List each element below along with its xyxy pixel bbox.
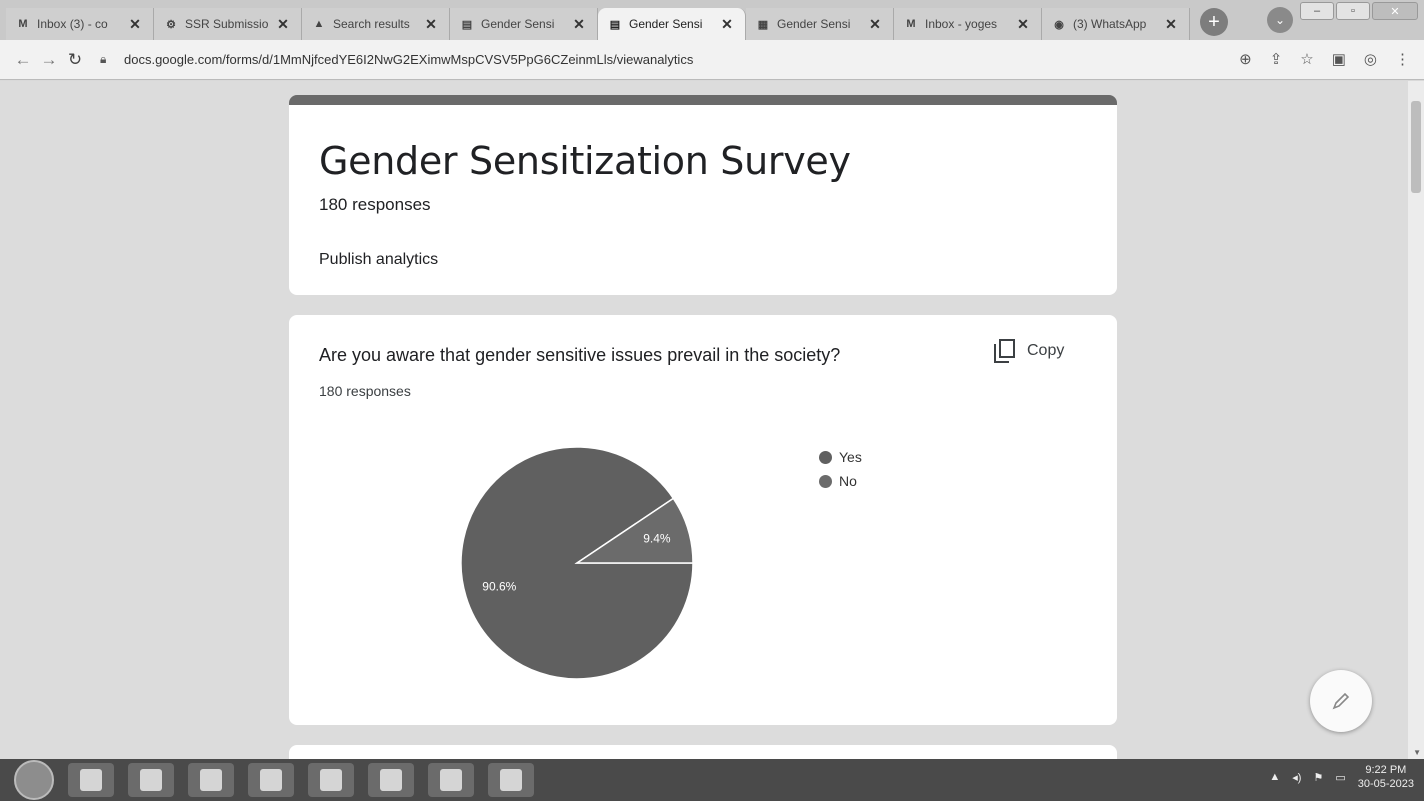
browser-tab[interactable]: ▤ Gender Sensi ✕ xyxy=(598,8,746,40)
copy-chart-button[interactable]: Copy xyxy=(993,339,1064,363)
browser-tab[interactable]: ▲ Search results ✕ xyxy=(302,8,450,40)
browser-tab[interactable]: ▤ Gender Sensi ✕ xyxy=(450,8,598,40)
tab-search-button[interactable]: ⌄ xyxy=(1267,7,1293,33)
legend-swatch xyxy=(819,450,832,464)
legend-item-yes[interactable]: Yes xyxy=(819,445,862,469)
tab-list: M Inbox (3) - co ✕ ⚙ SSR Submissio ✕ ▲ Search r… xyxy=(6,8,1190,40)
question-response-count: 180 responses xyxy=(319,383,411,399)
url-text: docs.google.com/forms/d/1MmNjfcedYE6I2Nw… xyxy=(124,52,694,67)
tab-title: Search results xyxy=(333,17,410,31)
response-count: 180 responses xyxy=(319,195,431,214)
reload-icon[interactable]: ↻ xyxy=(62,50,88,70)
chart-legend: Yes No xyxy=(819,445,862,493)
windows-taskbar: ▲ ◂) ⚑ ▭ 9:22 PM 30-05-2023 xyxy=(0,759,1424,801)
address-bar[interactable]: 🔒︎ docs.google.com/forms/d/1MmNjfcedYE6I… xyxy=(100,52,1140,67)
tray-arrow-icon[interactable]: ▲ xyxy=(1269,771,1280,783)
clock-date: 30-05-2023 xyxy=(1357,778,1414,790)
gear-icon: ⚙ xyxy=(166,18,176,31)
page-title: Gender Sensitization Survey xyxy=(319,139,851,183)
copy-label: Copy xyxy=(1027,342,1065,359)
flag-icon[interactable]: ⚑ xyxy=(1313,771,1323,784)
chrome-active-taskbar-icon[interactable] xyxy=(368,763,414,797)
next-question-card xyxy=(289,745,1117,759)
forward-icon[interactable]: → xyxy=(36,50,62,70)
chrome-taskbar-icon[interactable] xyxy=(68,763,114,797)
system-tray: ▲ ◂) ⚑ ▭ 9:22 PM 30-05-2023 xyxy=(1269,763,1414,791)
start-button[interactable] xyxy=(14,760,54,800)
tab-strip: M Inbox (3) - co ✕ ⚙ SSR Submissio ✕ ▲ Search r… xyxy=(0,0,1424,40)
window-close-button[interactable]: ✕ xyxy=(1372,2,1418,20)
pie-label-yes: 90.6% xyxy=(482,580,516,594)
tab-title: Inbox (3) - co xyxy=(37,17,108,31)
tab-close-icon[interactable]: ✕ xyxy=(127,16,143,33)
edit-fab-button[interactable] xyxy=(1310,670,1372,732)
tab-close-icon[interactable]: ✕ xyxy=(275,16,291,33)
profile-avatar-icon[interactable]: ◎ xyxy=(1364,50,1377,68)
calculator-taskbar-icon[interactable] xyxy=(308,763,354,797)
app-taskbar-icon[interactable] xyxy=(188,763,234,797)
lock-icon[interactable]: 🔒︎ xyxy=(100,52,116,67)
sheets-icon: ▦ xyxy=(757,18,769,31)
question-card: Are you aware that gender sensitive issu… xyxy=(289,315,1117,725)
tab-close-icon[interactable]: ✕ xyxy=(719,16,735,33)
legend-label: Yes xyxy=(839,449,862,465)
word-taskbar-icon[interactable] xyxy=(248,763,294,797)
menu-kebab-icon[interactable]: ⋮ xyxy=(1395,50,1410,68)
gmail-icon: M xyxy=(906,18,916,30)
network-icon[interactable]: ▭ xyxy=(1335,771,1345,784)
pie-label-no: 9.4% xyxy=(643,532,671,546)
browser-tab[interactable]: M Inbox - yoges ✕ xyxy=(894,8,1042,40)
tab-close-icon[interactable]: ✕ xyxy=(1163,16,1179,33)
pencil-icon xyxy=(1332,692,1350,710)
browser-tab[interactable]: ◉ (3) WhatsApp ✕ xyxy=(1042,8,1190,40)
bookmark-star-icon[interactable]: ☆ xyxy=(1300,50,1313,68)
tab-close-icon[interactable]: ✕ xyxy=(571,16,587,33)
system-clock[interactable]: 9:22 PM 30-05-2023 xyxy=(1358,763,1414,791)
publish-analytics-link[interactable]: Publish analytics xyxy=(319,251,438,269)
scroll-down-icon[interactable]: ▼ xyxy=(1413,748,1421,757)
minimize-button[interactable]: – xyxy=(1300,2,1334,20)
forms-icon: ▤ xyxy=(609,18,621,31)
question-title: Are you aware that gender sensitive issu… xyxy=(319,345,841,365)
maximize-button[interactable]: ▫ xyxy=(1336,2,1370,20)
whatsapp-icon: ◉ xyxy=(1054,18,1064,31)
new-tab-button[interactable]: + xyxy=(1200,8,1228,36)
form-header-card: Gender Sensitization Survey 180 response… xyxy=(289,95,1117,295)
share-icon[interactable]: ⇪ xyxy=(1270,50,1283,68)
excel-taskbar-icon[interactable] xyxy=(428,763,474,797)
drive-icon: ▲ xyxy=(313,18,325,30)
legend-item-no[interactable]: No xyxy=(819,469,862,493)
tab-close-icon[interactable]: ✕ xyxy=(1015,16,1031,33)
tab-close-icon[interactable]: ✕ xyxy=(867,16,883,33)
browser-tab[interactable]: ⚙ SSR Submissio ✕ xyxy=(154,8,302,40)
vertical-scrollbar[interactable]: ▼ xyxy=(1408,81,1424,759)
browser-tab[interactable]: ▦ Gender Sensi ✕ xyxy=(746,8,894,40)
tab-title: Gender Sensi xyxy=(777,17,851,31)
tab-close-icon[interactable]: ✕ xyxy=(423,16,439,33)
acrobat-taskbar-icon[interactable] xyxy=(488,763,534,797)
scrollbar-thumb[interactable] xyxy=(1411,101,1421,193)
toolbar-icons: ⊕ ⇪ ☆ ▣ ◎ ⋮ xyxy=(1239,50,1410,68)
tab-title: SSR Submissio xyxy=(185,17,269,31)
back-icon[interactable]: ← xyxy=(10,50,36,70)
legend-swatch xyxy=(819,474,832,488)
legend-label: No xyxy=(839,473,857,489)
tab-title: Gender Sensi xyxy=(481,17,555,31)
clock-time: 9:22 PM xyxy=(1365,764,1407,776)
page-viewport: Gender Sensitization Survey 180 response… xyxy=(0,81,1424,759)
window-controls: – ▫ ✕ xyxy=(1300,2,1418,20)
browser-tab[interactable]: M Inbox (3) - co ✕ xyxy=(6,8,154,40)
tab-title: Inbox - yoges xyxy=(925,17,998,31)
zoom-icon[interactable]: ⊕ xyxy=(1239,50,1252,68)
side-panel-icon[interactable]: ▣ xyxy=(1332,50,1346,68)
tab-title: (3) WhatsApp xyxy=(1073,17,1147,31)
pie-chart: 90.6% 9.4% xyxy=(460,446,694,680)
browser-toolbar: ← → ↻ 🔒︎ docs.google.com/forms/d/1MmNjfc… xyxy=(0,40,1424,80)
explorer-taskbar-icon[interactable] xyxy=(128,763,174,797)
forms-icon: ▤ xyxy=(461,18,473,31)
copy-icon xyxy=(994,339,1015,363)
volume-icon[interactable]: ◂) xyxy=(1292,771,1301,784)
gmail-icon: M xyxy=(18,18,28,30)
tab-title: Gender Sensi xyxy=(629,17,703,31)
